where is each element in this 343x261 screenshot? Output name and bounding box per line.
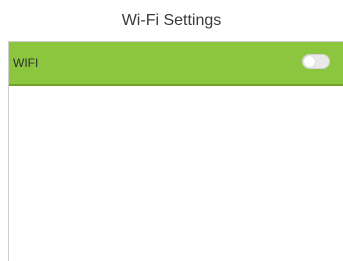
page-title: Wi-Fi Settings <box>121 11 222 29</box>
settings-panel: WIFI <box>8 41 343 261</box>
wifi-label: WIFI <box>13 56 39 70</box>
toggle-switch-icon <box>304 56 315 67</box>
wifi-toggle-switch[interactable] <box>302 54 330 69</box>
wifi-settings-screen: Wi-Fi Settings WIFI <box>0 0 343 261</box>
wifi-setting-row[interactable]: WIFI <box>9 42 343 86</box>
